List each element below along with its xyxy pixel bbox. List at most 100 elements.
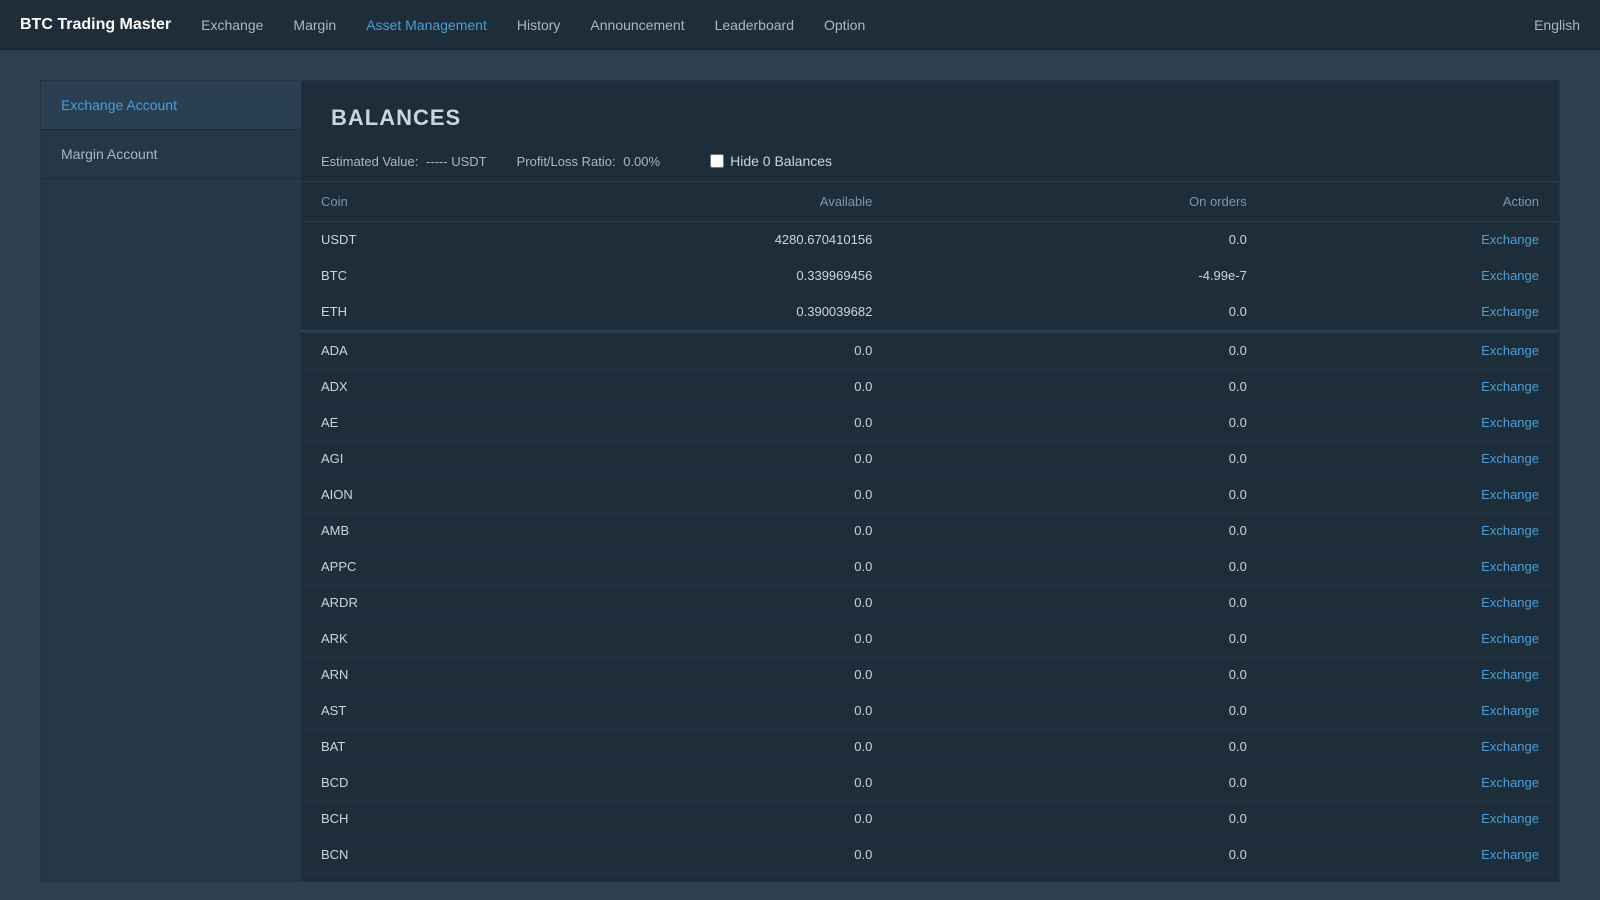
table-row: ARK0.00.0Exchange [301, 620, 1559, 656]
available-cell: 0.0 [483, 333, 952, 369]
nav-link-exchange[interactable]: Exchange [201, 17, 263, 33]
exchange-link[interactable]: Exchange [1481, 703, 1539, 718]
exchange-link[interactable]: Exchange [1481, 559, 1539, 574]
table-row: BTC0.339969456-4.99e-7Exchange [301, 258, 1559, 294]
coin-cell: AGI [301, 440, 483, 476]
language-selector[interactable]: English [1534, 17, 1580, 33]
on-orders-cell: 0.0 [952, 620, 1327, 656]
action-cell: Exchange [1327, 512, 1559, 548]
nav-link-option[interactable]: Option [824, 17, 865, 33]
nav-link-margin[interactable]: Margin [293, 17, 336, 33]
exchange-link[interactable]: Exchange [1481, 451, 1539, 466]
estimated-value-label: Estimated Value: ----- USDT [321, 154, 487, 169]
available-cell: 0.0 [483, 584, 952, 620]
available-cell: 0.0 [483, 656, 952, 692]
exchange-link[interactable]: Exchange [1481, 232, 1539, 247]
table-header: Coin Available On orders Action [301, 182, 1559, 222]
exchange-link[interactable]: Exchange [1481, 343, 1539, 358]
coin-cell: BCH [301, 800, 483, 836]
table-row: AST0.00.0Exchange [301, 692, 1559, 728]
hide-zero-balances[interactable]: Hide 0 Balances [710, 153, 832, 169]
coin-cell: AE [301, 404, 483, 440]
action-cell: Exchange [1327, 620, 1559, 656]
action-cell: Exchange [1327, 692, 1559, 728]
exchange-link[interactable]: Exchange [1481, 667, 1539, 682]
table-row: APPC0.00.0Exchange [301, 548, 1559, 584]
available-cell: 0.0 [483, 620, 952, 656]
table-row: USDT4280.6704101560.0 Exchange [301, 222, 1559, 258]
coin-cell: BCD [301, 764, 483, 800]
action-cell: Exchange [1327, 656, 1559, 692]
available-cell: 0.339969456 [483, 258, 952, 294]
nav-link-history[interactable]: History [517, 17, 561, 33]
content-wrapper: Exchange AccountMargin Account BALANCES … [40, 80, 1560, 882]
action-cell: Exchange [1327, 222, 1559, 258]
action-cell: Exchange [1327, 368, 1559, 404]
profit-loss-label: Profit/Loss Ratio: 0.00% [517, 154, 661, 169]
table-body: USDT4280.6704101560.0ExchangeBTC0.339969… [301, 222, 1559, 873]
on-orders-cell: 0.0 [952, 476, 1327, 512]
on-orders-cell: 0.0 [952, 404, 1327, 440]
available-cell: 0.0 [483, 836, 952, 872]
coin-cell: BCN [301, 836, 483, 872]
sidebar-item-exchange-account[interactable]: Exchange Account [41, 81, 301, 130]
available-cell: 0.0 [483, 512, 952, 548]
table-row: BCD0.00.0Exchange [301, 764, 1559, 800]
col-action: Action [1327, 182, 1559, 222]
exchange-link[interactable]: Exchange [1481, 268, 1539, 283]
col-coin: Coin [301, 182, 483, 222]
page-title: BALANCES [331, 105, 1529, 131]
on-orders-cell: 0.0 [952, 728, 1327, 764]
col-available: Available [483, 182, 952, 222]
table-row: ETH0.3900396820.0Exchange [301, 294, 1559, 330]
available-cell: 0.0 [483, 728, 952, 764]
table-row: AE0.00.0Exchange [301, 404, 1559, 440]
available-cell: 0.0 [483, 476, 952, 512]
available-cell: 0.0 [483, 548, 952, 584]
navbar: BTC Trading Master ExchangeMarginAsset M… [0, 0, 1600, 50]
nav-link-leaderboard[interactable]: Leaderboard [715, 17, 794, 33]
on-orders-cell: 0.0 [952, 800, 1327, 836]
coin-cell: ETH [301, 294, 483, 330]
on-orders-cell: 0.0 [952, 222, 1327, 258]
exchange-link[interactable]: Exchange [1481, 595, 1539, 610]
on-orders-cell: 0.0 [952, 333, 1327, 369]
on-orders-cell: 0.0 [952, 836, 1327, 872]
available-cell: 0.0 [483, 764, 952, 800]
exchange-link[interactable]: Exchange [1481, 739, 1539, 754]
exchange-link[interactable]: Exchange [1481, 379, 1539, 394]
coin-cell: ARDR [301, 584, 483, 620]
available-cell: 0.390039682 [483, 294, 952, 330]
on-orders-cell: 0.0 [952, 368, 1327, 404]
available-cell: 0.0 [483, 404, 952, 440]
sidebar-item-margin-account[interactable]: Margin Account [41, 130, 301, 179]
on-orders-cell: 0.0 [952, 584, 1327, 620]
exchange-link[interactable]: Exchange [1481, 847, 1539, 862]
hide-zero-checkbox[interactable] [710, 154, 724, 168]
on-orders-cell: 0.0 [952, 692, 1327, 728]
nav-link-announcement[interactable]: Announcement [590, 17, 684, 33]
available-cell: 0.0 [483, 692, 952, 728]
coin-cell: USDT [301, 222, 483, 258]
table-row: AION0.00.0Exchange [301, 476, 1559, 512]
available-cell: 4280.670410156 [483, 222, 952, 258]
exchange-link[interactable]: Exchange [1481, 523, 1539, 538]
action-cell: Exchange [1327, 294, 1559, 330]
action-cell: Exchange [1327, 333, 1559, 369]
balance-table: Coin Available On orders Action USDT4280… [301, 182, 1559, 873]
exchange-link[interactable]: Exchange [1481, 304, 1539, 319]
exchange-link[interactable]: Exchange [1481, 775, 1539, 790]
exchange-link[interactable]: Exchange [1481, 631, 1539, 646]
coin-cell: AMB [301, 512, 483, 548]
action-cell: Exchange [1327, 584, 1559, 620]
action-cell: Exchange [1327, 728, 1559, 764]
exchange-link[interactable]: Exchange [1481, 487, 1539, 502]
coin-cell: ADX [301, 368, 483, 404]
action-cell: Exchange [1327, 476, 1559, 512]
table-row: AMB0.00.0Exchange [301, 512, 1559, 548]
coin-cell: APPC [301, 548, 483, 584]
exchange-link[interactable]: Exchange [1481, 415, 1539, 430]
exchange-link[interactable]: Exchange [1481, 811, 1539, 826]
nav-link-asset-management[interactable]: Asset Management [366, 17, 487, 33]
coin-cell: AST [301, 692, 483, 728]
